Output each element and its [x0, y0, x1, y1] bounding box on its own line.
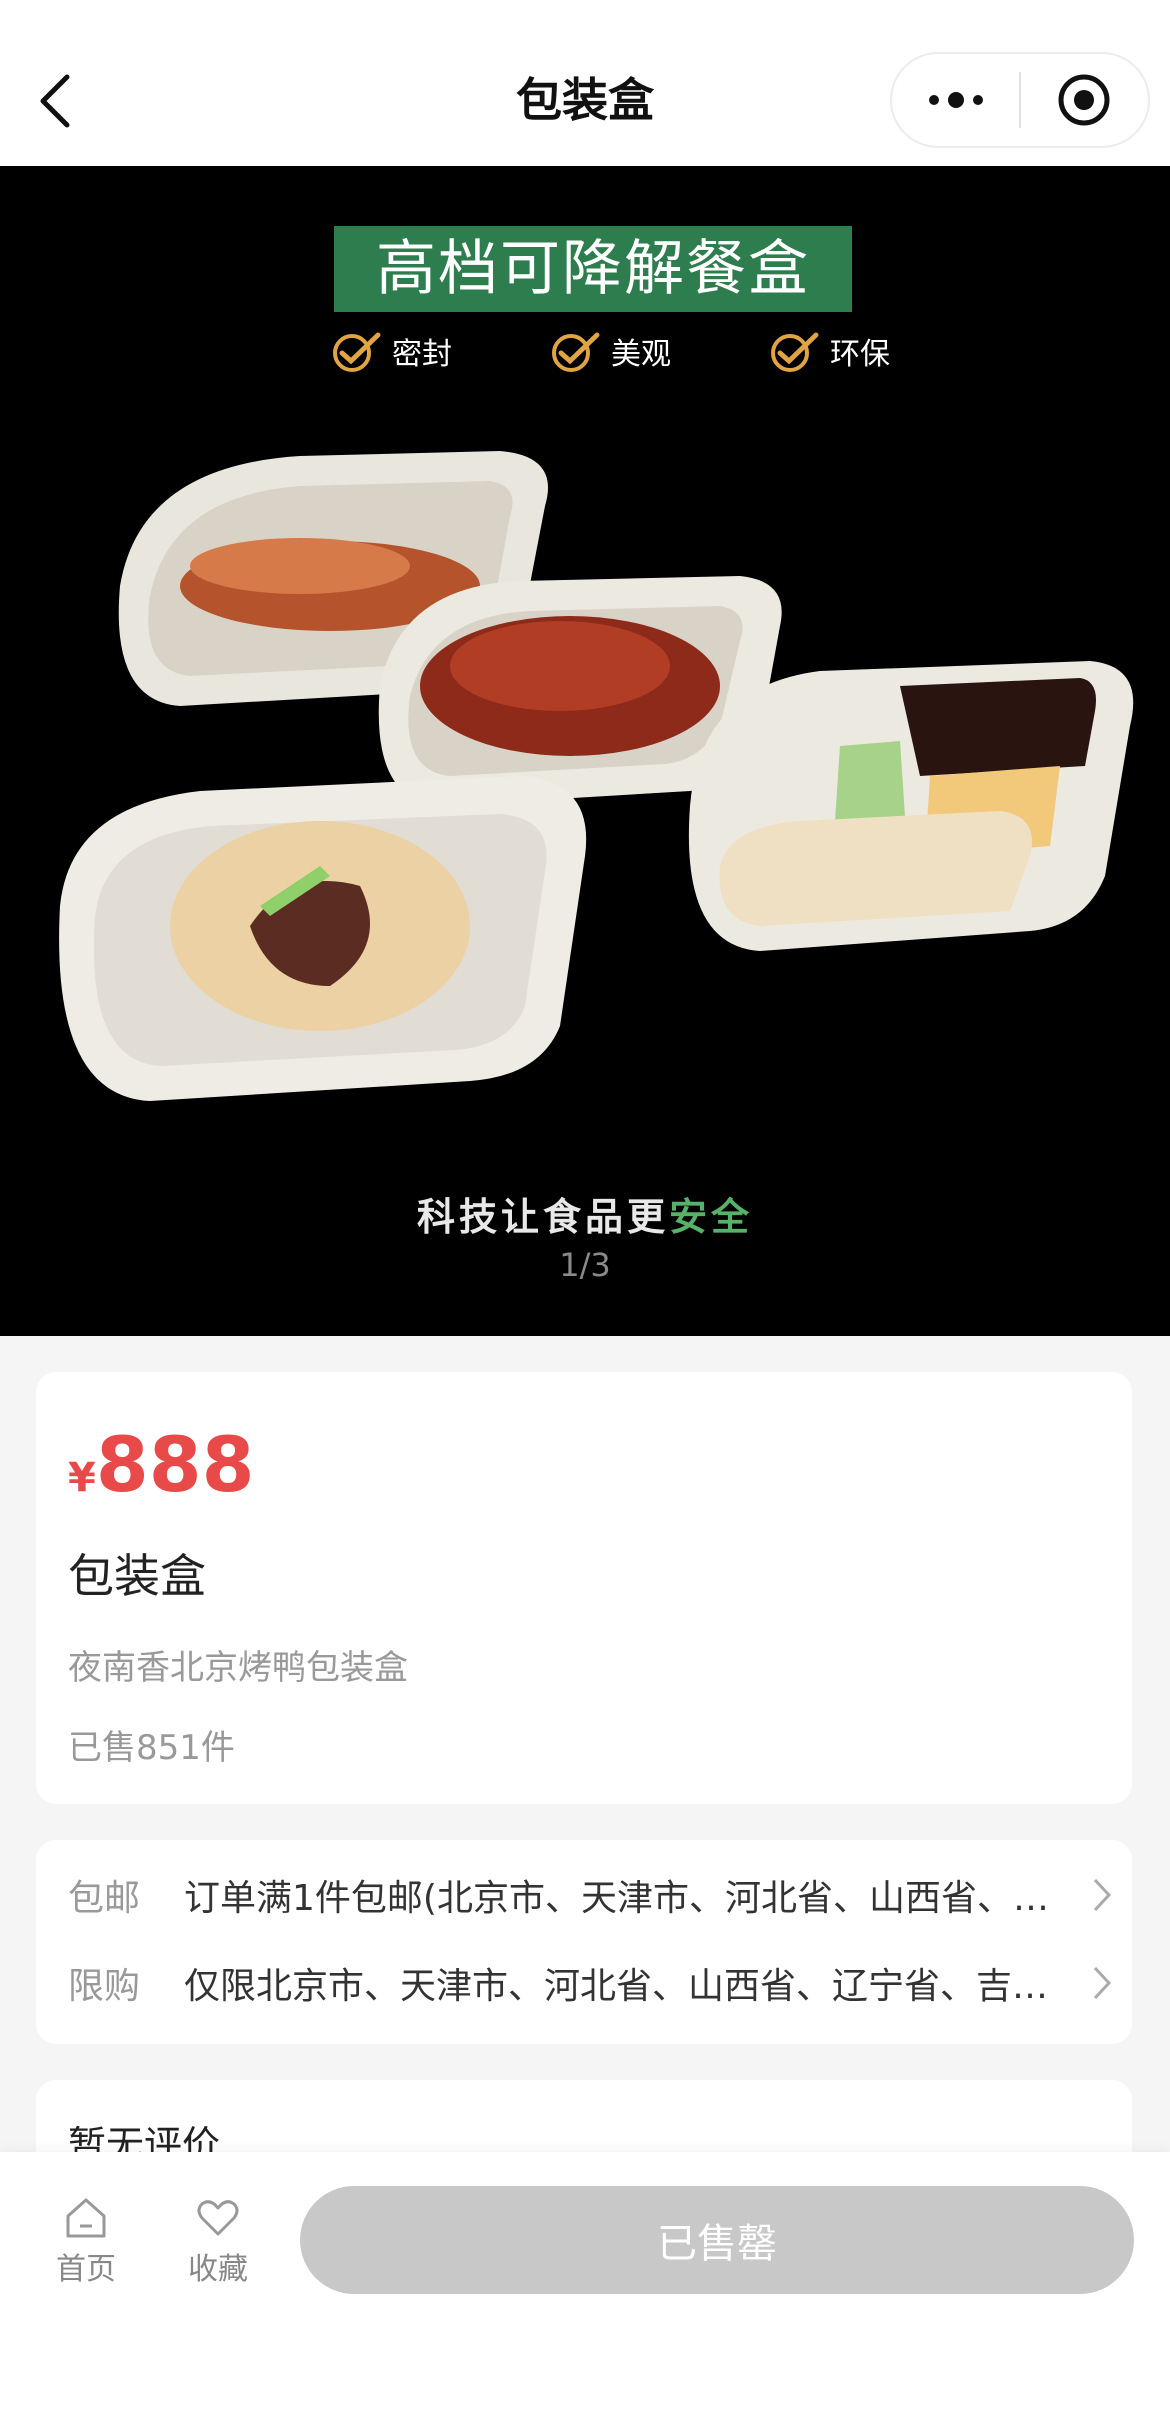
target-circle-icon [1058, 74, 1110, 126]
carousel-indicator: 1/3 [559, 1246, 611, 1284]
more-dots-icon [928, 92, 983, 108]
feature-label: 美观 [611, 337, 671, 372]
mini-program-capsule [890, 52, 1150, 148]
close-button[interactable] [1021, 54, 1148, 146]
limit-label: 限购 [68, 1966, 141, 2007]
price: ¥888 [68, 1420, 255, 1509]
price-currency: ¥ [68, 1455, 96, 1501]
bottom-action-bar: 首页 收藏 已售罄 [0, 2152, 1170, 2426]
product-image-carousel[interactable]: 高档可降解餐盒 密封 美观 环保 科技让食品更安全 1/3 [0, 166, 1170, 1336]
feature-list: 密封 美观 环保 [330, 316, 890, 386]
home-label: 首页 [56, 2252, 116, 2287]
feature-label: 环保 [830, 337, 890, 372]
home-icon [66, 2198, 106, 2238]
purchase-limit-row[interactable]: 限购 仅限北京市、天津市、河北省、山西省、辽宁省、吉林省 [68, 1948, 1112, 2018]
chevron-right-icon [1072, 1877, 1112, 1913]
more-button[interactable] [892, 54, 1019, 146]
price-amount: 888 [95, 1420, 255, 1509]
sold-out-button[interactable]: 已售罄 [300, 2186, 1134, 2294]
free-shipping-row[interactable]: 包邮 订单满1件包邮(北京市、天津市、河北省、山西省、辽宁省 [68, 1860, 1112, 1930]
tray-wrap-plate [59, 776, 587, 1101]
banner-caption: 科技让食品更安全 [0, 1186, 1170, 1241]
limit-value: 仅限北京市、天津市、河北省、山西省、辽宁省、吉林省 [184, 1966, 1072, 2007]
tray-sauce-compartments [688, 661, 1134, 951]
favorite-button[interactable]: 收藏 [168, 2194, 268, 2288]
product-info-card: ¥888 包装盒 夜南香北京烤鸭包装盒 已售851件 [36, 1372, 1132, 1804]
feature-item: 环保 [768, 329, 890, 373]
nav-header: 包装盒 [0, 0, 1170, 166]
check-circle-icon [552, 332, 600, 372]
favorite-label: 收藏 [188, 2252, 248, 2287]
shipping-card: 包邮 订单满1件包邮(北京市、天津市、河北省、山西省、辽宁省 限购 仅限北京市、… [36, 1840, 1132, 2044]
home-button[interactable]: 首页 [36, 2194, 136, 2288]
shipping-label: 包邮 [68, 1878, 141, 1919]
feature-item: 美观 [549, 329, 671, 373]
feature-label: 密封 [392, 337, 452, 372]
shipping-value: 订单满1件包邮(北京市、天津市、河北省、山西省、辽宁省 [184, 1878, 1072, 1919]
product-name: 包装盒 [68, 1549, 206, 1603]
product-description: 夜南香北京烤鸭包装盒 [68, 1648, 408, 1688]
caption-main: 科技让食品更 [416, 1195, 669, 1239]
sold-count: 已售851件 [68, 1728, 235, 1768]
feature-item: 密封 [330, 329, 452, 373]
caption-highlight: 安全 [669, 1195, 754, 1239]
chevron-right-icon [1072, 1965, 1112, 2001]
check-circle-icon [771, 332, 819, 372]
check-circle-icon [333, 332, 381, 372]
banner-headline: 高档可降解餐盒 [334, 226, 852, 312]
heart-icon [197, 2200, 239, 2236]
